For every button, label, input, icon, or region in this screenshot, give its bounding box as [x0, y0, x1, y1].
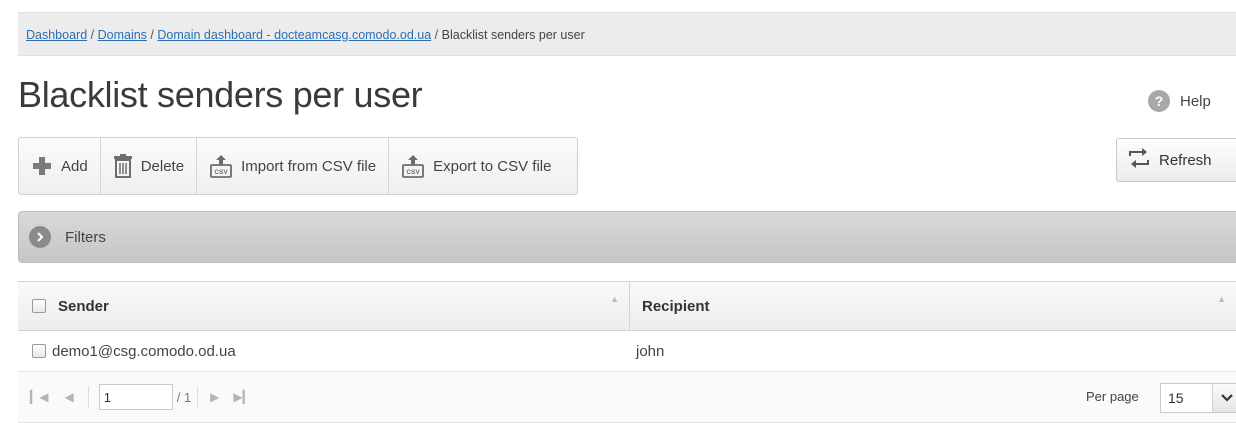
- breadcrumb: Dashboard / Domains / Domain dashboard -…: [18, 12, 1236, 56]
- svg-text:CSV: CSV: [214, 169, 228, 176]
- cell-recipient: john: [630, 331, 1236, 371]
- page-title: Blacklist senders per user: [18, 74, 423, 115]
- first-page-icon[interactable]: ▎◀: [30, 390, 48, 404]
- help-link[interactable]: ? Help: [1148, 90, 1211, 112]
- cell-sender: demo1@csg.comodo.od.ua: [18, 331, 630, 371]
- csv-export-icon: CSV: [401, 154, 425, 178]
- per-page-select[interactable]: 15: [1160, 383, 1236, 413]
- table-header: Sender ▲ Recipient ▲: [18, 281, 1236, 331]
- page-number-input[interactable]: [98, 384, 173, 410]
- senders-table: Sender ▲ Recipient ▲ demo1@csg.comodo.od…: [18, 281, 1236, 423]
- trash-icon: [113, 154, 133, 178]
- table-row[interactable]: demo1@csg.comodo.od.ua john: [18, 331, 1236, 372]
- add-button[interactable]: Add: [19, 138, 101, 194]
- pager-divider: [87, 386, 89, 408]
- refresh-label: Refresh: [1159, 151, 1212, 169]
- filters-toggle[interactable]: Filters: [18, 211, 1236, 263]
- plus-icon: [31, 155, 53, 177]
- row-checkbox[interactable]: [32, 344, 46, 358]
- export-csv-button[interactable]: CSV Export to CSV file: [389, 138, 577, 194]
- per-page-value: 15: [1168, 390, 1184, 406]
- pagination: ▎◀ ◀ / 1 ▶ ▶▎ Per page 15: [18, 372, 1236, 423]
- csv-import-icon: CSV: [209, 154, 233, 178]
- refresh-button[interactable]: Refresh: [1116, 138, 1236, 182]
- page-total: / 1: [176, 389, 192, 405]
- pager-divider: [197, 386, 199, 408]
- import-csv-label: Import from CSV file: [241, 157, 377, 175]
- help-label: Help: [1180, 92, 1211, 110]
- filters-label: Filters: [65, 228, 106, 246]
- column-header-recipient[interactable]: Recipient ▲: [630, 282, 1236, 330]
- breadcrumb-link-domain-dashboard[interactable]: Domain dashboard - docteamcasg.comodo.od…: [157, 28, 431, 42]
- export-csv-label: Export to CSV file: [433, 157, 552, 175]
- add-label: Add: [61, 157, 88, 175]
- prev-page-icon[interactable]: ◀: [64, 390, 73, 404]
- next-page-icon[interactable]: ▶: [210, 390, 219, 404]
- per-page-label: Per page: [1086, 389, 1139, 404]
- column-label-recipient: Recipient: [642, 297, 710, 315]
- breadcrumb-current: Blacklist senders per user: [441, 28, 585, 42]
- svg-text:CSV: CSV: [406, 169, 420, 176]
- chevron-down-icon: [1212, 384, 1236, 412]
- breadcrumb-separator: /: [150, 28, 154, 42]
- toolbar: Add Delete CSV Import from CSV file CSV …: [18, 137, 579, 195]
- breadcrumb-link-dashboard[interactable]: Dashboard: [26, 28, 87, 42]
- column-label-sender: Sender: [58, 297, 109, 315]
- delete-button[interactable]: Delete: [101, 138, 198, 194]
- help-icon: ?: [1148, 90, 1170, 112]
- refresh-icon: [1125, 146, 1153, 174]
- breadcrumb-link-domains[interactable]: Domains: [98, 28, 147, 42]
- breadcrumb-separator: /: [90, 28, 95, 42]
- recipient-value: john: [636, 342, 665, 360]
- delete-label: Delete: [140, 157, 185, 175]
- sort-icon: ▲: [610, 294, 619, 304]
- sender-value: demo1@csg.comodo.od.ua: [52, 342, 236, 360]
- chevron-right-circle-icon: [29, 226, 51, 248]
- import-csv-button[interactable]: CSV Import from CSV file: [197, 138, 390, 194]
- sort-icon: ▲: [1217, 294, 1226, 304]
- last-page-icon[interactable]: ▶▎: [233, 390, 251, 404]
- column-header-sender[interactable]: Sender ▲: [18, 282, 630, 330]
- breadcrumb-separator: /: [434, 28, 439, 42]
- select-all-checkbox[interactable]: [32, 299, 46, 313]
